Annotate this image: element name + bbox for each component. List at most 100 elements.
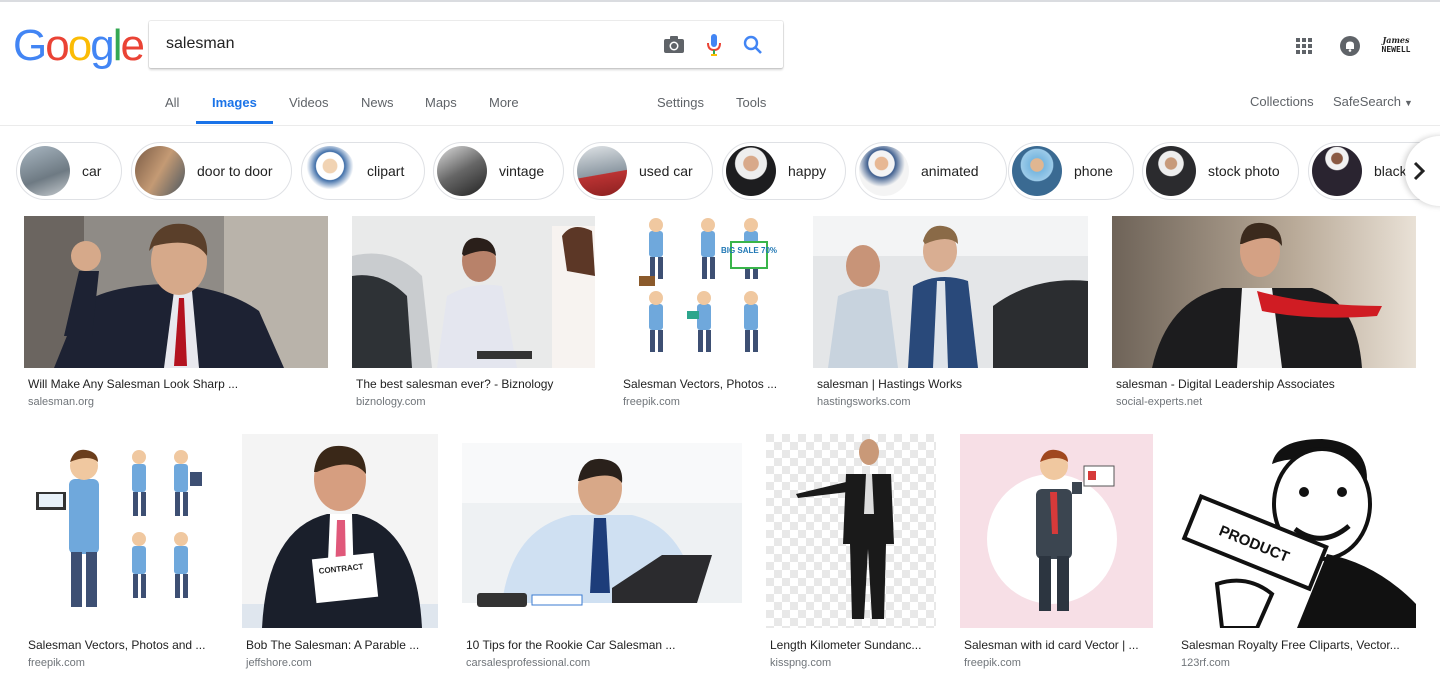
chip-thumbnail bbox=[577, 146, 627, 196]
result-title[interactable]: 10 Tips for the Rookie Car Salesman ... bbox=[466, 638, 742, 652]
chip-phone[interactable]: phone bbox=[1008, 142, 1134, 200]
result-source[interactable]: jeffshore.com bbox=[246, 657, 312, 669]
sale-sign-text: BIG SALE 70% bbox=[721, 246, 777, 255]
chip-stock-photo[interactable]: stock photo bbox=[1142, 142, 1299, 200]
chip-label: vintage bbox=[499, 163, 545, 179]
image-result[interactable]: PRODUCT Salesman Royalty Free Cliparts, … bbox=[1177, 434, 1416, 674]
result-title[interactable]: Bob The Salesman: A Parable ... bbox=[246, 638, 438, 652]
chip-label: animated bbox=[921, 163, 979, 179]
tab-tools[interactable]: Tools bbox=[736, 95, 766, 110]
tab-images[interactable]: Images bbox=[212, 95, 257, 110]
chip-thumbnail bbox=[305, 146, 355, 196]
tab-more[interactable]: More bbox=[489, 95, 519, 110]
collections-link[interactable]: Collections bbox=[1250, 94, 1314, 109]
result-title[interactable]: Length Kilometer Sundanc... bbox=[770, 638, 936, 652]
chip-thumbnail bbox=[1012, 146, 1062, 196]
result-thumbnail[interactable] bbox=[813, 216, 1088, 368]
notifications-icon[interactable] bbox=[1340, 36, 1360, 56]
search-box[interactable]: salesman bbox=[149, 21, 783, 68]
chip-used-car[interactable]: used car bbox=[573, 142, 713, 200]
image-result[interactable]: The best salesman ever? - Biznology bizn… bbox=[352, 216, 595, 416]
result-source[interactable]: freepik.com bbox=[28, 657, 85, 669]
result-source[interactable]: freepik.com bbox=[623, 396, 680, 408]
result-title[interactable]: Salesman Royalty Free Cliparts, Vector..… bbox=[1181, 638, 1416, 652]
result-thumbnail[interactable]: CONTRACT bbox=[242, 434, 438, 628]
google-logo[interactable]: Google bbox=[13, 21, 145, 70]
chip-thumbnail bbox=[20, 146, 70, 196]
result-thumbnail[interactable]: PRODUCT bbox=[1177, 434, 1416, 628]
avatar-line: James bbox=[1382, 35, 1410, 45]
result-title[interactable]: salesman - Digital Leadership Associates bbox=[1116, 377, 1416, 391]
result-title[interactable]: salesman | Hastings Works bbox=[817, 377, 1087, 391]
result-thumbnail[interactable] bbox=[352, 216, 595, 368]
result-source[interactable]: salesman.org bbox=[28, 396, 94, 408]
image-result[interactable]: salesman - Digital Leadership Associates… bbox=[1112, 216, 1416, 416]
result-thumbnail[interactable] bbox=[766, 434, 936, 628]
search-icon[interactable] bbox=[741, 33, 765, 57]
image-result[interactable]: Will Make Any Salesman Look Sharp ... sa… bbox=[24, 216, 328, 416]
apps-grid-icon[interactable] bbox=[1296, 38, 1312, 54]
top-border bbox=[0, 0, 1440, 2]
chip-clipart[interactable]: clipart bbox=[301, 142, 425, 200]
result-title[interactable]: Salesman with id card Vector | ... bbox=[964, 638, 1153, 652]
logo-letter: g bbox=[90, 21, 115, 70]
chip-label: stock photo bbox=[1208, 163, 1280, 179]
image-result[interactable]: Length Kilometer Sundanc... kisspng.com bbox=[766, 434, 936, 674]
logo-letter: G bbox=[13, 21, 47, 70]
result-source[interactable]: biznology.com bbox=[356, 396, 426, 408]
result-thumbnail[interactable] bbox=[24, 434, 218, 628]
result-thumbnail[interactable] bbox=[1112, 216, 1416, 368]
chip-label: black bbox=[1374, 163, 1407, 179]
chip-thumbnail bbox=[135, 146, 185, 196]
result-title[interactable]: The best salesman ever? - Biznology bbox=[356, 377, 596, 391]
chip-label: car bbox=[82, 163, 102, 179]
tab-settings[interactable]: Settings bbox=[657, 95, 704, 110]
chip-happy[interactable]: happy bbox=[722, 142, 846, 200]
result-thumbnail[interactable] bbox=[960, 434, 1153, 628]
chip-thumbnail bbox=[1312, 146, 1362, 196]
image-result[interactable]: 10 Tips for the Rookie Car Salesman ... … bbox=[462, 434, 742, 674]
safesearch-label: SafeSearch bbox=[1333, 94, 1401, 109]
chevron-right-icon bbox=[1413, 161, 1426, 181]
result-source[interactable]: carsalesprofessional.com bbox=[466, 657, 590, 669]
chip-vintage[interactable]: vintage bbox=[433, 142, 564, 200]
result-thumbnail[interactable] bbox=[462, 443, 742, 628]
chip-thumbnail bbox=[726, 146, 776, 196]
chip-label: clipart bbox=[367, 163, 405, 179]
chip-car[interactable]: car bbox=[16, 142, 122, 200]
chip-thumbnail bbox=[1146, 146, 1196, 196]
image-result[interactable]: Salesman with id card Vector | ... freep… bbox=[960, 434, 1153, 674]
result-thumbnail[interactable]: BIG SALE 70% bbox=[619, 216, 789, 368]
image-result[interactable]: CONTRACT Bob The Salesman: A Parable ...… bbox=[242, 434, 438, 674]
tab-all[interactable]: All bbox=[165, 95, 179, 110]
avatar[interactable]: James NEWELL bbox=[1380, 35, 1412, 55]
chip-thumbnail bbox=[437, 146, 487, 196]
tab-maps[interactable]: Maps bbox=[425, 95, 457, 110]
header-divider bbox=[0, 125, 1440, 126]
result-title[interactable]: Will Make Any Salesman Look Sharp ... bbox=[28, 377, 328, 391]
chip-animated[interactable]: animated bbox=[855, 142, 1007, 200]
microphone-icon[interactable] bbox=[702, 33, 726, 57]
result-source[interactable]: freepik.com bbox=[964, 657, 1021, 669]
result-title[interactable]: Salesman Vectors, Photos and ... bbox=[28, 638, 218, 652]
search-input[interactable]: salesman bbox=[166, 35, 234, 53]
safesearch-link[interactable]: SafeSearch ▼ bbox=[1333, 94, 1413, 109]
result-source[interactable]: kisspng.com bbox=[770, 657, 831, 669]
result-source[interactable]: hastingsworks.com bbox=[817, 396, 911, 408]
chip-label: used car bbox=[639, 163, 693, 179]
logo-letter: e bbox=[120, 21, 145, 70]
image-result[interactable]: BIG SALE 70% Salesman Vectors, Photos ..… bbox=[619, 216, 789, 416]
result-source[interactable]: 123rf.com bbox=[1181, 657, 1230, 669]
tab-videos[interactable]: Videos bbox=[289, 95, 329, 110]
chip-label: door to door bbox=[197, 163, 273, 179]
camera-icon[interactable] bbox=[662, 33, 686, 57]
result-source[interactable]: social-experts.net bbox=[1116, 396, 1202, 408]
result-thumbnail[interactable] bbox=[24, 216, 328, 368]
image-result[interactable]: Salesman Vectors, Photos and ... freepik… bbox=[24, 434, 218, 674]
chip-label: happy bbox=[788, 163, 827, 179]
image-result[interactable]: salesman | Hastings Works hastingsworks.… bbox=[813, 216, 1088, 416]
tab-news[interactable]: News bbox=[361, 95, 394, 110]
result-title[interactable]: Salesman Vectors, Photos ... bbox=[623, 377, 789, 391]
logo-letter: o bbox=[45, 21, 70, 70]
chip-door-to-door[interactable]: door to door bbox=[131, 142, 292, 200]
